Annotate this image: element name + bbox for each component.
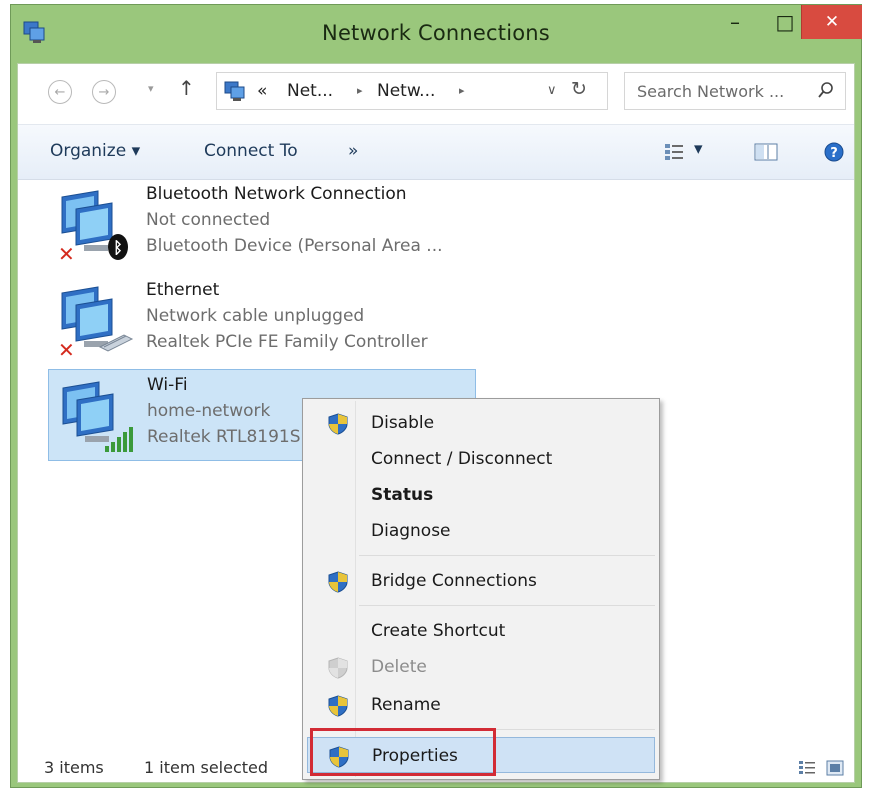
change-view-icon[interactable]: [664, 143, 684, 161]
connect-to-button[interactable]: Connect To: [204, 141, 298, 161]
uac-shield-disabled-icon: [328, 657, 348, 679]
breadcrumb-separator-icon[interactable]: ▸: [357, 84, 363, 97]
back-button[interactable]: ←: [48, 80, 72, 104]
menu-item-delete: Delete: [307, 649, 655, 685]
list-item-bluetooth[interactable]: ✕ ᛒ Bluetooth Network Connection Not con…: [48, 179, 476, 271]
search-placeholder: Search Network ...: [637, 82, 785, 101]
large-icons-view-icon[interactable]: [826, 760, 844, 776]
address-bar-row: ← → ▾ ↑ « Net... ▸ Netw... ▸ ∨ ↻ Search …: [18, 64, 854, 120]
list-item-ethernet[interactable]: ✕ Ethernet Network cable unplugged Realt…: [48, 275, 476, 367]
ethernet-network-icon: ✕: [58, 286, 134, 362]
recent-locations-dropdown-icon[interactable]: ▾: [148, 82, 154, 95]
connection-status: Not connected: [146, 210, 271, 230]
menu-separator: [359, 555, 655, 556]
view-options-dropdown-icon[interactable]: ▾: [694, 139, 703, 159]
svg-text:ᛒ: ᛒ: [113, 238, 123, 257]
connection-status: Network cable unplugged: [146, 306, 365, 326]
command-bar: Organize ▾ Connect To » ▾ ?: [18, 124, 854, 180]
breadcrumb-item[interactable]: Netw...: [377, 81, 435, 101]
connection-device: Bluetooth Device (Personal Area ...: [146, 236, 443, 256]
wifi-network-icon: [62, 381, 133, 452]
connection-name: Bluetooth Network Connection: [146, 184, 407, 204]
maximize-icon: □: [775, 10, 795, 34]
breadcrumb-overflow[interactable]: «: [257, 81, 267, 101]
minimize-button[interactable]: –: [711, 5, 759, 39]
menu-separator: [359, 605, 655, 606]
address-box[interactable]: « Net... ▸ Netw... ▸ ∨ ↻: [216, 72, 608, 110]
menu-item-label: Status: [371, 485, 434, 505]
svg-text:✕: ✕: [58, 242, 75, 266]
menu-item-label: Disable: [371, 413, 435, 433]
menu-item-connect-disconnect[interactable]: Connect / Disconnect: [307, 441, 655, 477]
menu-item-rename[interactable]: Rename: [307, 687, 655, 723]
breadcrumb-separator-icon[interactable]: ▸: [459, 84, 465, 97]
connection-device: Realtek RTL8191SE: [147, 427, 312, 447]
svg-text:?: ?: [830, 146, 838, 161]
connection-name: Ethernet: [146, 280, 220, 300]
context-menu: Disable Connect / Disconnect Status Diag…: [302, 398, 660, 780]
more-commands-button[interactable]: »: [348, 141, 358, 161]
network-folder-icon: [224, 81, 245, 101]
close-icon: ✕: [824, 12, 840, 32]
back-arrow-icon: ←: [54, 84, 66, 100]
title-bar[interactable]: Network Connections – □ ✕: [11, 5, 862, 63]
organize-menu[interactable]: Organize ▾: [50, 141, 140, 161]
menu-item-label: Bridge Connections: [371, 571, 537, 591]
preview-pane-icon[interactable]: [754, 143, 778, 161]
breadcrumb-item[interactable]: Net...: [287, 81, 333, 101]
menu-item-label: Delete: [371, 657, 427, 677]
menu-item-label: Diagnose: [371, 521, 451, 541]
menu-item-bridge-connections[interactable]: Bridge Connections: [307, 563, 655, 599]
close-button[interactable]: ✕: [801, 5, 862, 39]
svg-text:✕: ✕: [58, 338, 75, 362]
menu-item-disable[interactable]: Disable: [307, 405, 655, 441]
selection-count: 1 item selected: [144, 758, 269, 777]
connection-device: Realtek PCIe FE Family Controller: [146, 332, 428, 352]
bluetooth-network-icon: ✕ ᛒ: [58, 190, 128, 266]
menu-item-status[interactable]: Status: [307, 477, 655, 513]
uac-shield-icon: [328, 695, 348, 717]
menu-item-label: Connect / Disconnect: [371, 449, 553, 469]
help-icon[interactable]: ?: [824, 142, 844, 162]
minimize-icon: –: [730, 10, 740, 34]
details-view-icon[interactable]: [798, 760, 816, 776]
forward-button[interactable]: →: [92, 80, 116, 104]
uac-shield-icon: [328, 413, 348, 435]
item-count: 3 items: [44, 758, 104, 777]
menu-item-diagnose[interactable]: Diagnose: [307, 513, 655, 549]
up-arrow-icon[interactable]: ↑: [178, 76, 195, 100]
uac-shield-icon: [328, 571, 348, 593]
forward-arrow-icon: →: [98, 84, 110, 100]
menu-item-create-shortcut[interactable]: Create Shortcut: [307, 613, 655, 649]
refresh-icon[interactable]: ↻: [571, 78, 587, 100]
address-dropdown-icon[interactable]: ∨: [547, 83, 557, 98]
menu-item-label: Create Shortcut: [371, 621, 506, 641]
search-input[interactable]: Search Network ...: [624, 72, 846, 110]
menu-item-label: Rename: [371, 695, 441, 715]
connection-name: Wi-Fi: [147, 375, 188, 395]
search-icon: [818, 82, 833, 98]
connection-status: home-network: [147, 401, 271, 421]
properties-highlight-box: [310, 728, 496, 776]
